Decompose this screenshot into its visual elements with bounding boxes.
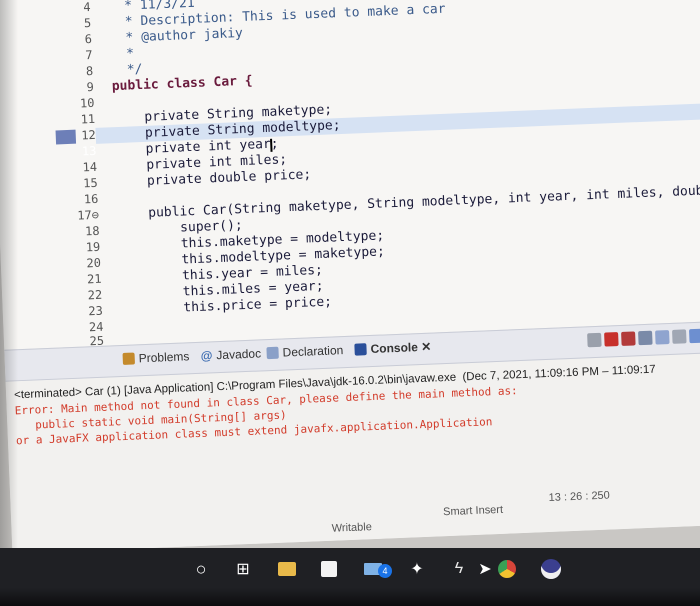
line-number: 7 <box>85 47 93 63</box>
console-icon <box>354 343 367 356</box>
line-number: 9 <box>86 79 95 95</box>
bottom-panel: Problems @ Javadoc Declaration Console ✕ <box>4 319 700 554</box>
line-number: 10 <box>79 95 95 111</box>
photo-edge-shadow <box>0 0 18 606</box>
tab-javadoc-label: Javadoc <box>216 346 262 363</box>
mail-badge: 4 <box>378 564 392 578</box>
line-number: 8 <box>85 63 94 79</box>
file-explorer-icon[interactable] <box>276 558 298 580</box>
status-cursor-position: 13 : 26 : 250 <box>548 489 611 504</box>
line-number: 13 <box>81 143 97 159</box>
at-icon: @ <box>200 348 213 363</box>
taskbar: ○ ⊞ 4 ✦ ϟ ➤ <box>0 548 700 606</box>
eclipse-icon[interactable] <box>540 558 562 580</box>
tab-declaration[interactable]: Declaration <box>266 343 344 360</box>
tab-javadoc[interactable]: @ Javadoc <box>200 346 261 362</box>
line-number: 17⊖ <box>76 207 100 223</box>
line-number: 19 <box>85 239 101 255</box>
line-number: 12 <box>81 127 97 143</box>
code-text: * <box>110 46 135 63</box>
line-number: 23 <box>88 303 104 319</box>
line-number: 14 <box>82 159 98 175</box>
show-console-icon[interactable] <box>672 329 687 344</box>
scroll-lock-icon[interactable] <box>638 330 653 346</box>
line-number: 22 <box>87 287 103 303</box>
status-bar: Writable Smart Insert 13 : 26 : 250 <box>11 487 700 553</box>
console-toolbar <box>587 327 700 348</box>
task-view-icon[interactable]: ⊞ <box>232 558 254 580</box>
chrome-icon[interactable] <box>496 558 518 580</box>
line-number: 16 <box>83 191 99 207</box>
search-icon[interactable]: ○ <box>190 558 212 580</box>
remove-all-icon[interactable] <box>621 331 636 346</box>
mail-icon[interactable]: 4 <box>362 558 392 580</box>
declaration-icon <box>266 346 279 360</box>
status-insert-mode: Smart Insert <box>442 503 504 519</box>
problems-icon <box>122 352 135 365</box>
line-number: 20 <box>86 255 102 271</box>
mouse-pointer-icon: ➤ <box>478 561 492 578</box>
status-writable: Writable <box>331 521 373 535</box>
terminate-icon[interactable] <box>587 332 602 348</box>
dropbox-icon[interactable]: ✦ <box>406 558 428 580</box>
word-wrap-icon[interactable] <box>655 330 670 345</box>
line-number: 21 <box>86 271 102 287</box>
line-number: 5 <box>83 15 92 31</box>
eclipse-window: 4 * 11/3/21 5 * Description: This is use… <box>0 0 700 554</box>
line-number: 15 <box>82 175 98 191</box>
tab-problems[interactable]: Problems <box>122 349 190 366</box>
code-text: */ <box>110 61 143 79</box>
remove-launch-icon[interactable] <box>604 332 619 347</box>
tab-console-label: Console ✕ <box>370 339 432 357</box>
line-number: 6 <box>84 31 93 47</box>
pin-console-icon[interactable] <box>689 328 700 344</box>
code-editor[interactable]: 4 * 11/3/21 5 * Description: This is use… <box>0 0 700 350</box>
line-number: 11 <box>80 111 96 127</box>
tab-declaration-label: Declaration <box>282 343 344 360</box>
store-icon[interactable] <box>318 558 340 580</box>
line-number: 4 <box>83 0 91 15</box>
line-number: 18 <box>84 223 100 239</box>
tab-problems-label: Problems <box>138 349 190 366</box>
tab-console[interactable]: Console ✕ <box>354 339 432 357</box>
zap-icon[interactable]: ϟ <box>448 558 470 580</box>
